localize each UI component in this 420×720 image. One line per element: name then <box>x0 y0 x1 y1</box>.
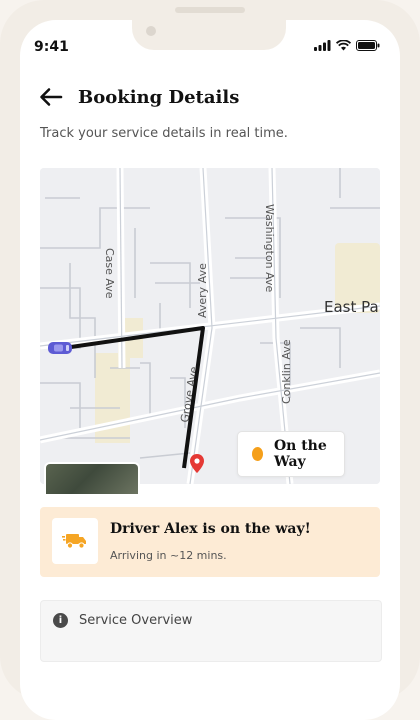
info-icon: i <box>53 613 68 628</box>
street-label-avery: Avery Ave <box>196 263 209 318</box>
battery-icon <box>356 40 380 51</box>
service-overview-section[interactable]: i Service Overview <box>40 600 382 662</box>
app-screen: 9:41 Booking Details Track your service … <box>20 20 400 720</box>
arrow-left-icon <box>40 88 63 106</box>
street-label-washington: Washington Ave <box>263 204 276 293</box>
phone-frame: 9:41 Booking Details Track your service … <box>0 0 420 720</box>
status-label: On the Way <box>273 438 327 470</box>
area-label: East Pa <box>324 298 379 316</box>
truck-icon <box>62 534 86 549</box>
service-overview-header: i Service Overview <box>53 613 192 628</box>
status-dot-icon <box>252 447 263 461</box>
page-subtitle: Track your service details in real time. <box>40 126 288 141</box>
status-icons <box>314 40 380 51</box>
map-satellite-thumbnail[interactable] <box>44 462 140 494</box>
street-label-conklin: Conklin Ave <box>280 339 293 404</box>
wifi-icon <box>336 40 351 51</box>
street-label-case: Case Ave <box>103 248 116 299</box>
phone-speaker <box>175 7 245 13</box>
signal-icon <box>314 40 331 51</box>
status-time: 9:41 <box>34 39 69 55</box>
driver-eta: Arriving in ~12 mins. <box>110 549 227 562</box>
driver-card: Driver Alex is on the way! Arriving in ~… <box>40 507 380 577</box>
status-badge: On the Way <box>237 431 345 477</box>
car-icon <box>48 342 72 354</box>
truck-icon-box <box>52 518 98 564</box>
camera-icon <box>146 26 156 36</box>
page-title: Booking Details <box>78 86 240 108</box>
service-overview-label: Service Overview <box>79 613 193 628</box>
phone-notch <box>132 20 286 50</box>
driver-status-title: Driver Alex is on the way! <box>110 521 311 537</box>
back-button[interactable] <box>38 84 64 110</box>
page-header: Booking Details <box>38 84 239 110</box>
